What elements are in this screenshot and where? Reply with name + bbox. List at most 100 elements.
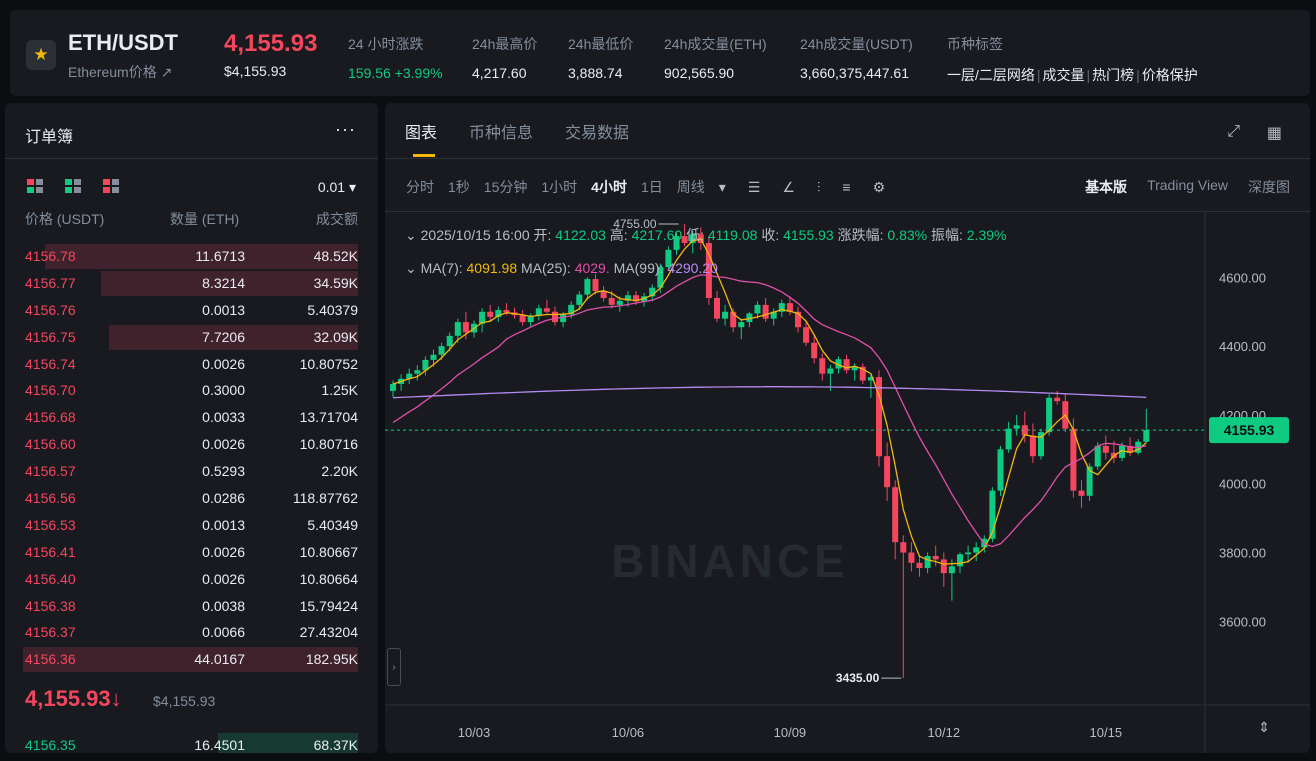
- favorite-star-icon[interactable]: ★: [26, 40, 56, 70]
- side-panel-toggle-icon[interactable]: ›: [387, 648, 401, 686]
- col-quantity: 数量 (ETH): [170, 211, 240, 227]
- candle-body: [576, 294, 583, 305]
- candle-body: [1046, 397, 1053, 433]
- ask-total: 10.80664: [299, 570, 358, 587]
- candle-body: [608, 297, 615, 305]
- view-both-icon[interactable]: [27, 179, 43, 193]
- view-bids-icon[interactable]: [65, 179, 81, 193]
- collapse-chevron-icon[interactable]: ⌄: [405, 227, 417, 243]
- x-tick-label: 10/15: [1090, 725, 1123, 740]
- candlestick-chart[interactable]: BINANCE3600.003800.004000.004200.004400.…: [385, 212, 1310, 753]
- pair-subtitle-link[interactable]: Ethereum价格 ↗: [68, 62, 172, 82]
- tag-link[interactable]: 热门榜: [1092, 67, 1134, 83]
- ask-price: 4156.41: [25, 543, 76, 560]
- ask-row[interactable]: 4156.38 0.0038 15.79424: [5, 593, 378, 620]
- order-book-view-toggles: [27, 179, 119, 193]
- ohlc-open-label: 开:: [533, 227, 552, 243]
- candle-body: [811, 342, 818, 359]
- last-price-usd: $4,155.93: [224, 63, 287, 79]
- ma-legend: ⌄ MA(7): 4091.98 MA(25): 4029. MA(99): 4…: [405, 260, 718, 277]
- candle-body: [965, 552, 972, 555]
- ask-total: 32.09K: [313, 328, 358, 345]
- y-tick-label: 3600.00: [1219, 614, 1266, 629]
- ask-row[interactable]: 4156.78 11.6713 48.52K: [5, 243, 378, 270]
- view-basic[interactable]: 基本版: [1085, 177, 1127, 197]
- candle-body: [738, 322, 745, 328]
- candle-body: [503, 310, 510, 313]
- stat-label: 24h最低价: [568, 36, 634, 52]
- tab-coin-info[interactable]: 币种信息: [469, 119, 533, 157]
- more-options-icon[interactable]: ···: [335, 119, 356, 140]
- ohlc-close-label: 收:: [761, 227, 780, 243]
- ask-row[interactable]: 4156.37 0.0066 27.43204: [5, 619, 378, 646]
- candle-body: [908, 552, 915, 563]
- candle-body: [819, 358, 826, 374]
- ask-quantity: 0.0038: [202, 597, 245, 614]
- ask-row[interactable]: 4156.68 0.0033 13.71704: [5, 404, 378, 431]
- interval-15m[interactable]: 15分钟: [484, 177, 528, 197]
- y-tick-label: 4000.00: [1219, 477, 1266, 492]
- layout-grid-icon[interactable]: ▦: [1267, 123, 1282, 143]
- ask-row[interactable]: 4156.40 0.0026 10.80664: [5, 566, 378, 593]
- tag-separator: |: [1136, 67, 1140, 83]
- bid-price: 4156.35: [25, 737, 76, 753]
- ask-row[interactable]: 4156.76 0.0013 5.40379: [5, 297, 378, 324]
- pair-symbol[interactable]: ETH/USDT: [68, 30, 178, 56]
- ask-row[interactable]: 4156.57 0.5293 2.20K: [5, 458, 378, 485]
- interval-1s[interactable]: 1秒: [448, 177, 470, 197]
- ask-list: 4156.78 11.6713 48.52K 4156.77 8.3214 34.59K 4…: [5, 243, 378, 673]
- drawing-tools-icon[interactable]: ≡: [842, 179, 850, 195]
- ask-row[interactable]: 4156.53 0.0013 5.40349: [5, 512, 378, 539]
- view-depth[interactable]: 深度图: [1248, 177, 1290, 197]
- ask-row[interactable]: 4156.36 44.0167 182.95K: [5, 646, 378, 673]
- x-tick-label: 10/09: [774, 725, 807, 740]
- view-trading-view[interactable]: Trading View: [1147, 177, 1228, 197]
- col-total: 成交额: [316, 211, 358, 227]
- tag-link[interactable]: 成交量: [1043, 67, 1085, 83]
- chart-type-icon[interactable]: ∠: [782, 179, 795, 196]
- tag-link[interactable]: 一层/二层网络: [947, 67, 1035, 83]
- precision-select[interactable]: 0.01 ▾: [318, 179, 356, 196]
- candle-body: [1054, 397, 1061, 402]
- ask-row[interactable]: 4156.74 0.0026 10.80752: [5, 351, 378, 378]
- interval-1d[interactable]: 1日: [641, 177, 663, 197]
- ask-row[interactable]: 4156.41 0.0026 10.80667: [5, 539, 378, 566]
- interval-dropdown-icon[interactable]: ▾: [719, 179, 726, 196]
- ohlc-date: 2025/10/15 16:00: [420, 227, 530, 243]
- tag-link[interactable]: 价格保护: [1142, 67, 1198, 83]
- view-asks-icon[interactable]: [103, 179, 119, 193]
- fit-scale-icon[interactable]: ⇕: [1258, 719, 1270, 736]
- ask-quantity: 0.0286: [202, 490, 245, 507]
- ask-row[interactable]: 4156.60 0.0026 10.80716: [5, 431, 378, 458]
- expand-icon[interactable]: ⤢: [1227, 123, 1240, 141]
- ask-row[interactable]: 4156.56 0.0286 118.87762: [5, 485, 378, 512]
- ohlc-change: 0.83%: [887, 227, 928, 243]
- candles-icon[interactable]: ⫶: [817, 179, 821, 196]
- stat-value: 902,565.90: [664, 65, 735, 81]
- tab-chart[interactable]: 图表: [405, 119, 437, 157]
- tab-trading-data[interactable]: 交易数据: [565, 119, 629, 157]
- ohlc-amplitude-label: 振幅:: [930, 227, 963, 243]
- ask-row[interactable]: 4156.77 8.3214 34.59K: [5, 270, 378, 297]
- settings-gear-icon[interactable]: ⚙: [873, 179, 886, 196]
- candle-body: [932, 555, 939, 560]
- interval-4h[interactable]: 4小时: [591, 177, 627, 197]
- candle-body: [884, 456, 891, 488]
- ma25-line: [392, 274, 1147, 548]
- ask-quantity: 0.0026: [202, 436, 245, 453]
- ohlc-close: 4155.93: [783, 227, 834, 243]
- ma7-value: 4091.98: [466, 260, 518, 276]
- interval-1h[interactable]: 1小时: [541, 177, 577, 197]
- interval-1w[interactable]: 周线: [677, 177, 705, 197]
- bid-row[interactable]: 4156.35 16.4501 68.37K: [5, 733, 378, 753]
- ohlc-change-label: 涨跌幅:: [837, 227, 884, 243]
- ask-row[interactable]: 4156.70 0.3000 1.25K: [5, 377, 378, 404]
- ask-quantity: 0.0013: [202, 301, 245, 318]
- interval-line[interactable]: 分时: [406, 177, 434, 197]
- ask-row[interactable]: 4156.75 7.7206 32.09K: [5, 324, 378, 351]
- order-book-title: 订单簿: [25, 129, 74, 146]
- ask-quantity: 8.3214: [202, 274, 245, 291]
- ask-price: 4156.74: [25, 355, 76, 372]
- indicators-icon[interactable]: ☰: [748, 179, 761, 196]
- collapse-chevron-icon[interactable]: ⌄: [405, 260, 417, 276]
